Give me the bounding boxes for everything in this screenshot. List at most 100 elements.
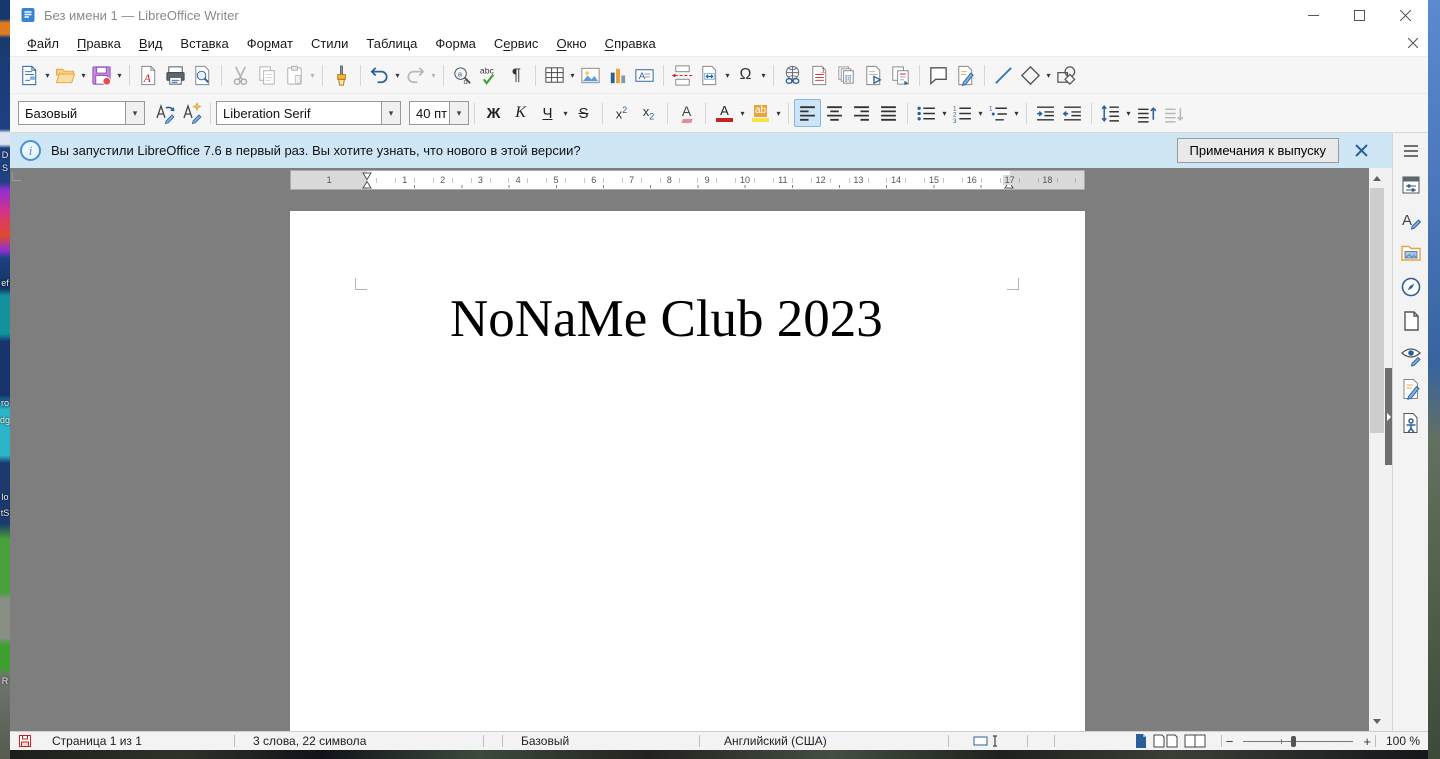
release-notes-button[interactable]: Примечания к выпуску <box>1176 138 1339 163</box>
scroll-up-button[interactable] <box>1369 170 1385 186</box>
sidebar-track-changes-button[interactable] <box>1397 375 1425 403</box>
document-page[interactable]: NoNaMe Club 2023 <box>290 211 1085 731</box>
single-page-view-icon[interactable] <box>1133 733 1149 749</box>
clear-formatting-button[interactable]: A <box>673 99 700 127</box>
line-spacing-button[interactable] <box>1097 99 1124 127</box>
save-dropdown[interactable]: ▾ <box>115 71 124 80</box>
insert-page-break-button[interactable] <box>669 61 696 89</box>
language-field[interactable]: Английский (США) <box>700 732 948 750</box>
align-right-button[interactable] <box>848 99 875 127</box>
selection-mode-field[interactable] <box>949 732 1027 750</box>
new-document-button[interactable] <box>16 61 43 89</box>
insert-text-box-button[interactable]: A <box>631 61 658 89</box>
insert-table-dropdown[interactable]: ▾ <box>568 71 577 80</box>
increase-paragraph-spacing-button[interactable] <box>1133 99 1160 127</box>
document-workspace[interactable]: 1 1 2 3 4 5 6 7 8 9 10 11 12 13 14 15 16 17 18 NoNaMe Club… <box>10 168 1369 731</box>
menu-tools[interactable]: Сервис <box>485 33 548 54</box>
new-document-dropdown[interactable]: ▾ <box>43 71 52 80</box>
title-bar[interactable]: Без имени 1 — LibreOffice Writer <box>10 0 1428 30</box>
menu-window[interactable]: Окно <box>547 33 595 54</box>
zoom-slider[interactable] <box>1243 734 1354 748</box>
sidebar-accessibility-check-button[interactable] <box>1397 409 1425 437</box>
bullet-list-button[interactable] <box>913 99 940 127</box>
sidebar-settings-button[interactable] <box>1397 137 1425 165</box>
subscript-button[interactable]: x2 <box>635 99 662 127</box>
bold-button[interactable]: Ж <box>480 99 507 127</box>
find-replace-button[interactable]: ad <box>449 61 476 89</box>
menu-table[interactable]: Таблица <box>357 33 426 54</box>
scroll-down-button[interactable] <box>1369 713 1385 729</box>
vertical-scrollbar[interactable] <box>1369 168 1385 731</box>
clone-formatting-button[interactable] <box>328 61 355 89</box>
paragraph-style-combo-arrow[interactable]: ▾ <box>125 102 144 124</box>
insert-field-dropdown[interactable]: ▾ <box>723 71 732 80</box>
justify-button[interactable] <box>875 99 902 127</box>
insert-hyperlink-button[interactable] <box>779 61 806 89</box>
open-button[interactable] <box>52 61 79 89</box>
sidebar-hide-handle[interactable] <box>1385 368 1392 465</box>
undo-dropdown[interactable]: ▾ <box>393 71 402 80</box>
undo-button[interactable] <box>366 61 393 89</box>
print-preview-button[interactable] <box>189 61 216 89</box>
underline-dropdown[interactable]: ▾ <box>561 109 570 118</box>
insert-special-character-button[interactable]: Ω <box>732 61 759 89</box>
menu-view[interactable]: Вид <box>130 33 172 54</box>
open-dropdown[interactable]: ▾ <box>79 71 88 80</box>
multi-page-view-icon[interactable] <box>1153 733 1179 749</box>
increase-indent-button[interactable] <box>1032 99 1059 127</box>
document-text[interactable]: NoNaMe Club 2023 <box>450 291 883 347</box>
underline-button[interactable]: Ч <box>534 99 561 127</box>
highlight-color-button[interactable]: ab <box>747 99 774 127</box>
zoom-slider-handle[interactable] <box>1291 736 1297 747</box>
zoom-percent-field[interactable]: 100 % <box>1376 732 1428 750</box>
spelling-button[interactable]: abc <box>476 61 503 89</box>
insert-bookmark-button[interactable] <box>860 61 887 89</box>
save-status[interactable] <box>10 732 34 750</box>
save-button[interactable] <box>88 61 115 89</box>
italic-button[interactable]: К <box>507 99 534 127</box>
minimize-button[interactable] <box>1290 0 1336 30</box>
outline-list-dropdown[interactable]: ▾ <box>1012 109 1021 118</box>
basic-shapes-button[interactable] <box>1017 61 1044 89</box>
insert-special-character-dropdown[interactable]: ▾ <box>759 71 768 80</box>
font-name-combo-arrow[interactable]: ▾ <box>381 102 400 124</box>
numbered-list-button[interactable]: 123 <box>949 99 976 127</box>
track-changes-button[interactable] <box>952 61 979 89</box>
paragraph-style-combo[interactable]: Базовый ▾ <box>18 101 145 125</box>
menu-format[interactable]: Формат <box>238 33 302 54</box>
left-indent-marker[interactable] <box>362 172 372 189</box>
sidebar-properties-button[interactable] <box>1397 171 1425 199</box>
sidebar-style-inspector-button[interactable] <box>1397 341 1425 369</box>
print-button[interactable] <box>162 61 189 89</box>
menu-insert[interactable]: Вставка <box>171 33 237 54</box>
insert-table-button[interactable] <box>541 61 568 89</box>
zoom-out-button[interactable]: − <box>1222 734 1238 749</box>
outline-list-button[interactable]: 1 <box>985 99 1012 127</box>
numbered-list-dropdown[interactable]: ▾ <box>976 109 985 118</box>
menu-file[interactable]: Файл <box>18 33 68 54</box>
scrollbar-thumb[interactable] <box>1370 188 1384 433</box>
sidebar-page-button[interactable] <box>1397 307 1425 335</box>
strikethrough-button[interactable]: S <box>570 99 597 127</box>
update-style-button[interactable] <box>151 99 178 127</box>
font-color-dropdown[interactable]: ▾ <box>738 109 747 118</box>
close-document-button[interactable] <box>1408 38 1418 48</box>
font-size-combo-arrow[interactable]: ▾ <box>449 102 468 124</box>
line-spacing-dropdown[interactable]: ▾ <box>1124 109 1133 118</box>
decrease-indent-button[interactable] <box>1059 99 1086 127</box>
formatting-marks-button[interactable]: ¶ <box>503 61 530 89</box>
menu-form[interactable]: Форма <box>426 33 485 54</box>
menu-styles[interactable]: Стили <box>302 33 357 54</box>
new-style-button[interactable] <box>178 99 205 127</box>
align-left-button[interactable] <box>794 99 821 127</box>
close-button[interactable] <box>1382 0 1428 30</box>
show-draw-functions-button[interactable] <box>1053 61 1080 89</box>
font-color-button[interactable]: A <box>711 99 738 127</box>
zoom-in-button[interactable]: + <box>1359 734 1375 749</box>
page-number-field[interactable]: Страница 1 из 1 <box>34 732 234 750</box>
font-size-combo[interactable]: 40 пт ▾ <box>409 101 469 125</box>
sidebar-navigator-button[interactable] <box>1397 273 1425 301</box>
page-style-field[interactable]: Базовый <box>503 732 699 750</box>
bullet-list-dropdown[interactable]: ▾ <box>940 109 949 118</box>
basic-shapes-dropdown[interactable]: ▾ <box>1044 71 1053 80</box>
